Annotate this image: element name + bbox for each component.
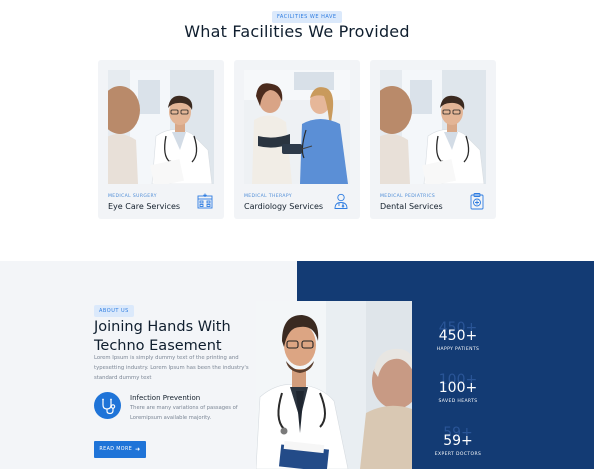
about-heading: Joining Hands With Techno Easement bbox=[94, 319, 231, 354]
stat-label: SAVED HEARTS bbox=[438, 399, 478, 404]
medical-clipboard-icon bbox=[468, 192, 486, 210]
read-more-button[interactable]: READ MORE ➜ bbox=[94, 441, 146, 458]
about-section: ABOUT US Joining Hands With Techno Easem… bbox=[0, 261, 594, 469]
stethoscope-icon bbox=[102, 398, 116, 415]
card-category: MEDICAL SURGERY bbox=[108, 194, 157, 199]
about-tag: ABOUT US bbox=[94, 305, 134, 317]
facility-card-cardiology[interactable]: MEDICAL THERAPY Cardiology Services bbox=[234, 60, 360, 219]
card-category: MEDICAL PEDIATRICS bbox=[380, 194, 436, 199]
stat-expert-doctors: 59+ 59+ EXPERT DOCTORS bbox=[412, 425, 504, 457]
doctor-photo bbox=[108, 70, 214, 184]
feature-text: There are many variations of passages of… bbox=[130, 405, 238, 421]
doctor-person-icon bbox=[332, 192, 350, 210]
stat-label: EXPERT DOCTORS bbox=[434, 452, 482, 457]
stat-number: 59+ bbox=[443, 433, 473, 449]
facilities-section: FACILITIES WE HAVE What Facilities We Pr… bbox=[0, 0, 594, 261]
feature-title: Infection Prevention bbox=[130, 394, 201, 402]
facility-card-dental[interactable]: MEDICAL PEDIATRICS Dental Services bbox=[370, 60, 496, 219]
doctor-patient-photo bbox=[244, 70, 350, 184]
read-more-label: READ MORE bbox=[99, 447, 133, 452]
card-title[interactable]: Eye Care Services bbox=[108, 202, 180, 211]
clinic-building-icon bbox=[196, 192, 214, 210]
facilities-heading: What Facilities We Provided bbox=[184, 22, 410, 41]
about-paragraph: Lorem Ipsum is simply dummy text of the … bbox=[94, 355, 249, 381]
stat-number: 100+ bbox=[438, 380, 478, 396]
card-title[interactable]: Cardiology Services bbox=[244, 202, 323, 211]
stat-number: 450+ bbox=[438, 328, 478, 344]
arrow-right-icon: ➜ bbox=[135, 446, 141, 453]
card-category: MEDICAL THERAPY bbox=[244, 194, 293, 199]
doctor-photo bbox=[380, 70, 486, 184]
card-title[interactable]: Dental Services bbox=[380, 202, 443, 211]
stat-happy-patients: 450+ 450+ HAPPY PATIENTS bbox=[412, 320, 504, 352]
facility-card-eye-care[interactable]: MEDICAL SURGERY Eye Care Services bbox=[98, 60, 224, 219]
stat-saved-hearts: 100+ 100+ SAVED HEARTS bbox=[412, 372, 504, 404]
stat-label: HAPPY PATIENTS bbox=[436, 347, 480, 352]
doctor-elder-patient-photo bbox=[256, 301, 412, 469]
feature-icon-circle bbox=[94, 392, 121, 419]
